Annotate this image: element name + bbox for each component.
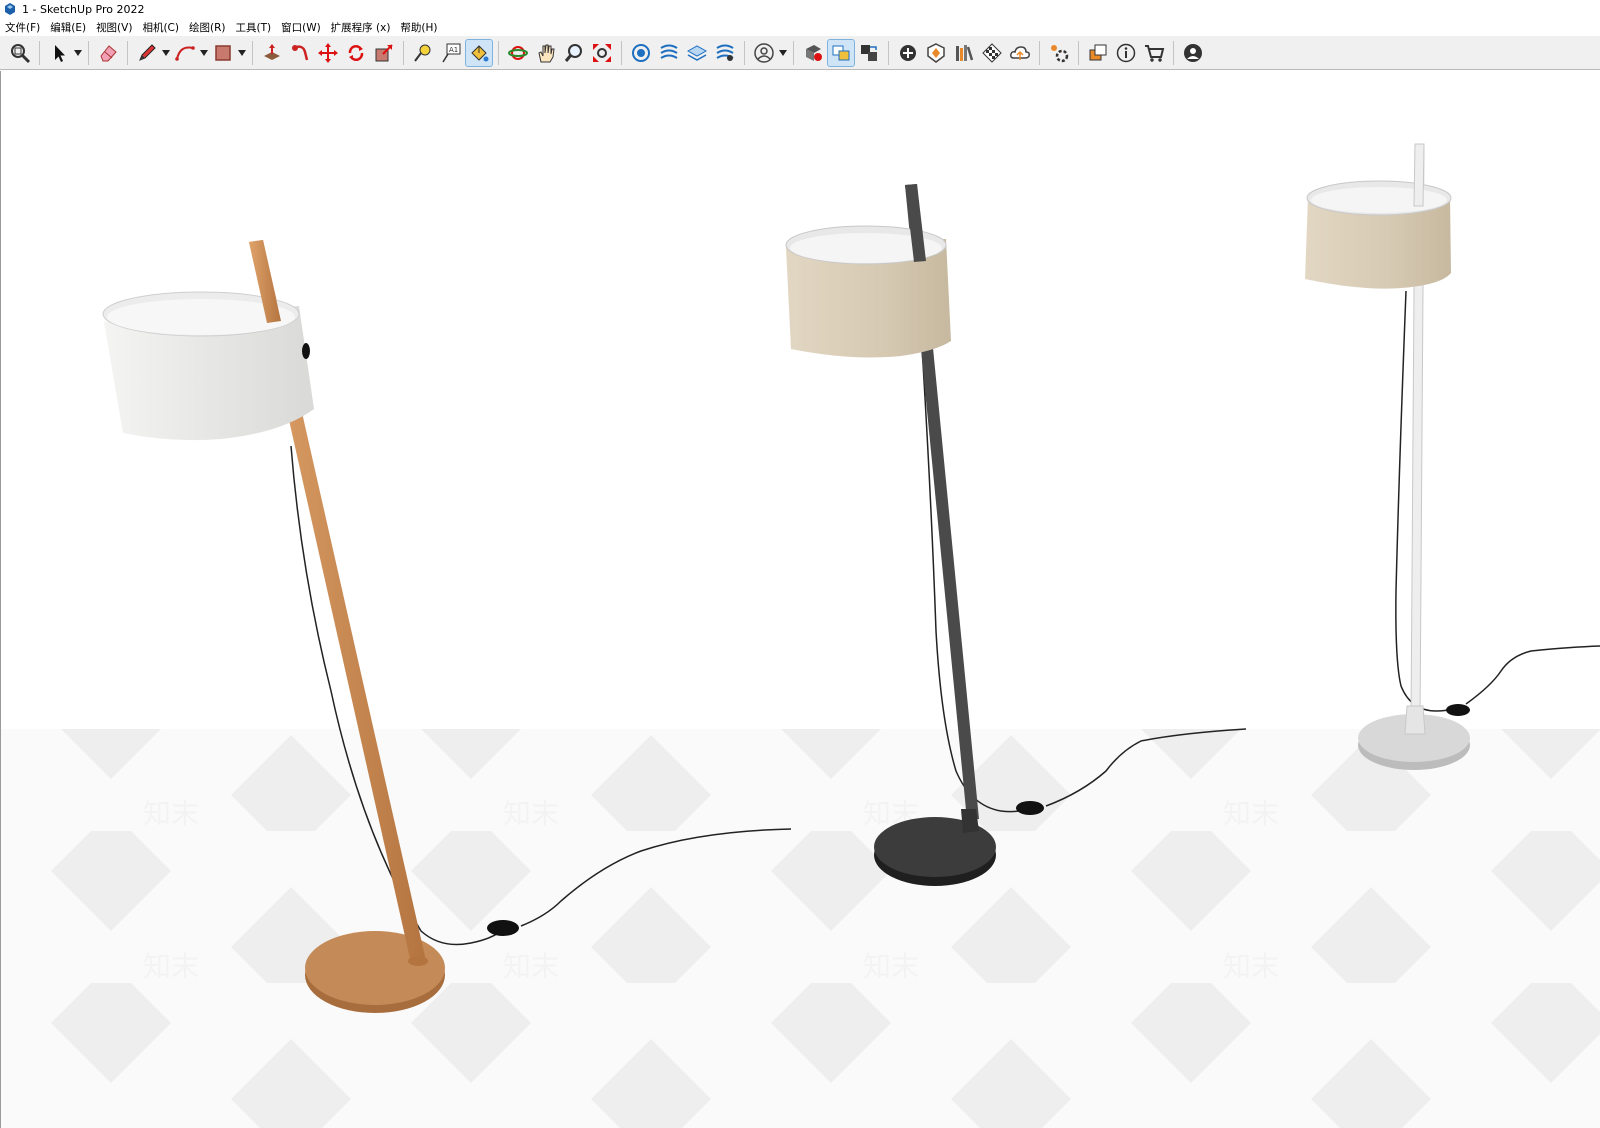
toolbar-separator xyxy=(498,40,499,65)
extension-manager-icon[interactable] xyxy=(1045,39,1073,67)
cloud-upload-icon[interactable] xyxy=(1006,39,1034,67)
watermark-text: 知末 xyxy=(503,797,559,830)
watermark-text: 知末 xyxy=(503,950,559,983)
push-pull-icon[interactable] xyxy=(258,39,286,67)
sketchup-logo-icon xyxy=(5,3,15,15)
toolbar-separator xyxy=(39,40,40,65)
watermark-text: 知末 xyxy=(1223,950,1279,983)
section-plane-icon[interactable] xyxy=(627,39,655,67)
toolbar-separator xyxy=(403,40,404,65)
account-icon[interactable] xyxy=(1179,39,1207,67)
zoom-icon[interactable] xyxy=(560,39,588,67)
paint-bucket-icon[interactable] xyxy=(465,38,493,67)
cable-switch xyxy=(487,920,519,936)
chevron-down-icon[interactable] xyxy=(778,39,788,67)
pencil-icon[interactable] xyxy=(133,39,161,67)
chevron-down-icon[interactable] xyxy=(73,39,83,67)
toolbar-separator xyxy=(744,40,745,65)
toolbar-separator xyxy=(127,40,128,65)
scale-icon[interactable] xyxy=(370,39,398,67)
toolbar-separator xyxy=(793,40,794,65)
model-scene: 知末 知末 知末 知末 知末 知末 知末 知末 xyxy=(1,143,1600,1128)
select-icon[interactable] xyxy=(45,39,73,67)
watermark-text: 知末 xyxy=(143,797,199,830)
cable-switch xyxy=(1446,704,1470,716)
watermark-text: 知末 xyxy=(1223,797,1279,830)
outer-shell-icon[interactable] xyxy=(827,38,855,67)
info-icon[interactable] xyxy=(1112,39,1140,67)
title-bar: 1 - SketchUp Pro 2022 xyxy=(0,0,1600,18)
zoom-extents-icon[interactable] xyxy=(588,39,616,67)
white-floor-lamp xyxy=(1305,143,1600,770)
text-tool-label: A1 xyxy=(449,46,458,54)
tape-measure-icon[interactable] xyxy=(409,39,437,67)
zoom-window-icon[interactable] xyxy=(6,39,34,67)
chevron-down-icon[interactable] xyxy=(161,39,171,67)
menu-camera[interactable]: 相机(C) xyxy=(137,20,184,35)
arc-icon[interactable] xyxy=(171,39,199,67)
menu-draw[interactable]: 绘图(R) xyxy=(184,20,231,35)
profile-icon[interactable] xyxy=(750,39,778,67)
rectangle-icon[interactable] xyxy=(209,39,237,67)
checker-icon[interactable] xyxy=(978,39,1006,67)
toolbar-separator xyxy=(888,40,889,65)
bookshelf-icon[interactable] xyxy=(950,39,978,67)
sandbox-icon[interactable] xyxy=(922,39,950,67)
menu-extensions[interactable]: 扩展程序 (x) xyxy=(326,20,396,35)
toolbar-separator xyxy=(1039,40,1040,65)
toolbar-separator xyxy=(621,40,622,65)
move-icon[interactable] xyxy=(314,39,342,67)
layers-icon[interactable] xyxy=(683,39,711,67)
toolbar-separator xyxy=(252,40,253,65)
watermark-tiles xyxy=(1,729,1600,1128)
solid-tools-icon[interactable] xyxy=(799,39,827,67)
menu-help[interactable]: 帮助(H) xyxy=(395,20,442,35)
display-sections-icon[interactable] xyxy=(655,39,683,67)
toolbar-separator xyxy=(1078,40,1079,65)
tags-icon[interactable] xyxy=(711,39,739,67)
text-icon[interactable]: A1 xyxy=(437,39,465,67)
toolbar-separator xyxy=(88,40,89,65)
menu-bar: 文件(F) 编辑(E) 视图(V) 相机(C) 绘图(R) 工具(T) 窗口(W… xyxy=(0,18,1600,36)
drawing-area[interactable]: 知末 知末 知末 知末 知末 知末 知末 知末 xyxy=(0,71,1600,1128)
window-title: 1 - SketchUp Pro 2022 xyxy=(22,2,145,16)
pan-icon[interactable] xyxy=(532,39,560,67)
main-toolbar: A1 xyxy=(0,36,1600,70)
menu-tools[interactable]: 工具(T) xyxy=(230,20,276,35)
flip-icon[interactable] xyxy=(855,39,883,67)
eraser-icon[interactable] xyxy=(94,39,122,67)
add-location-icon[interactable] xyxy=(894,39,922,67)
cart-icon[interactable] xyxy=(1140,39,1168,67)
rotate-icon[interactable] xyxy=(342,39,370,67)
menu-edit[interactable]: 编辑(E) xyxy=(45,20,91,35)
watermark-text: 知末 xyxy=(863,950,919,983)
chevron-down-icon[interactable] xyxy=(237,39,247,67)
toolbar-separator xyxy=(1173,40,1174,65)
watermark-text: 知末 xyxy=(143,950,199,983)
menu-view[interactable]: 视图(V) xyxy=(91,20,137,35)
orbit-icon[interactable] xyxy=(504,39,532,67)
scenes-icon[interactable] xyxy=(1084,39,1112,67)
follow-me-icon[interactable] xyxy=(286,39,314,67)
menu-window[interactable]: 窗口(W) xyxy=(276,20,326,35)
chevron-down-icon[interactable] xyxy=(199,39,209,67)
menu-file[interactable]: 文件(F) xyxy=(0,20,45,35)
cable-switch xyxy=(1016,801,1044,815)
